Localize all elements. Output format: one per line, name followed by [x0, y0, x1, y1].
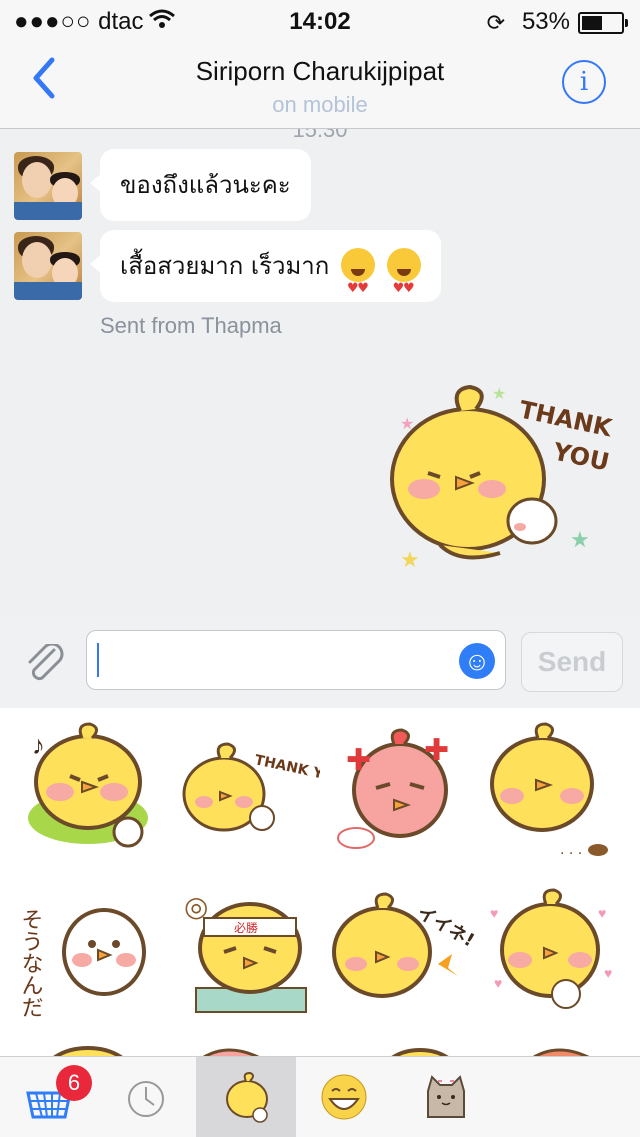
- store-tab[interactable]: 6: [0, 1057, 100, 1137]
- text-caret: [97, 643, 99, 677]
- info-icon[interactable]: i: [562, 60, 606, 104]
- thank-you-sticker[interactable]: THANK YOU ★ ★ ★ ★: [380, 381, 630, 581]
- battery-fill: [582, 16, 602, 30]
- heart-eyes-emoji-icon: [340, 248, 375, 325]
- cat-pack-tab[interactable]: [396, 1057, 496, 1137]
- svg-text:THANK: THANK: [517, 395, 616, 442]
- chick-pack-tab[interactable]: [196, 1057, 296, 1137]
- sticker-chick-poop[interactable]: . . .: [480, 708, 640, 858]
- sticker-tab-bar: 6: [0, 1056, 640, 1137]
- sticker-caption: そうなんだぁ: [18, 908, 43, 1018]
- battery-percent: 53%: [521, 8, 570, 35]
- svg-text:◎: ◎: [184, 891, 208, 922]
- message-text: เสื้อสวยมาก เร็วมาก: [120, 252, 330, 280]
- battery-icon: [578, 12, 628, 34]
- svg-text:♪: ♪: [32, 730, 45, 760]
- store-badge: 6: [56, 1065, 92, 1101]
- sticker-picker-grid[interactable]: ♪ THANK YOU ✚ ✚ . . . そうなんだぁ 必勝 ◎ イイネ! ♥…: [0, 708, 640, 1056]
- timestamp: 15:30: [292, 129, 348, 142]
- svg-text:♥: ♥: [598, 905, 606, 921]
- svg-text:♥: ♥: [494, 975, 502, 991]
- svg-text:★: ★: [400, 547, 420, 572]
- recent-tab[interactable]: [96, 1057, 196, 1137]
- sticker-chick-angry[interactable]: ✚ ✚: [320, 708, 480, 858]
- emoji-pack-tab[interactable]: [296, 1057, 396, 1137]
- svg-text:✚: ✚: [424, 734, 449, 767]
- sent-from-label: Sent from Thapma: [100, 313, 282, 338]
- nav-bar: Siriporn Charukijpipat on mobile i: [0, 40, 640, 129]
- svg-text:✚: ✚: [346, 744, 371, 777]
- avatar[interactable]: [14, 232, 82, 300]
- svg-text:★: ★: [492, 386, 506, 403]
- message-text: ของถึงแล้วนะคะ: [120, 171, 291, 199]
- sticker-chick-hearts[interactable]: ♥ ♥ ♥ ♥: [480, 868, 640, 1018]
- sticker-chick-singing[interactable]: ♪: [0, 708, 160, 858]
- sticker-caption: 必勝: [234, 920, 258, 935]
- svg-text:★: ★: [570, 527, 590, 552]
- sticker-chick-gift-partial[interactable]: [160, 1028, 320, 1056]
- composer-bar: ☺ Send: [0, 616, 640, 708]
- svg-text:★: ★: [400, 416, 414, 433]
- svg-text:. . .: . . .: [560, 841, 582, 858]
- message-input[interactable]: ☺: [86, 630, 506, 690]
- battery-nub: [625, 19, 628, 27]
- sticker-chick-iine[interactable]: イイネ!: [320, 868, 480, 1018]
- message-bubble[interactable]: ของถึงแล้วนะคะ: [90, 149, 311, 221]
- presence-status: on mobile: [272, 92, 368, 117]
- avatar[interactable]: [14, 152, 82, 220]
- status-bar: ●●●○○ dtac 14:02 ⟳ 53%: [0, 0, 640, 40]
- sticker-toggle-smiley-icon[interactable]: ☺: [459, 643, 495, 679]
- contact-name: Siriporn Charukijpipat: [195, 56, 445, 86]
- message-list[interactable]: 15:30 ของถึงแล้วนะคะ เสื้อสวยมาก เร็วมาก…: [0, 129, 640, 616]
- heart-eyes-emoji-icon: [386, 248, 421, 325]
- rotation-lock-icon: ⟳: [486, 10, 505, 35]
- sticker-chick-partial[interactable]: [0, 1028, 160, 1056]
- sticker-chick-pink-partial[interactable]: [480, 1028, 640, 1056]
- svg-text:♥: ♥: [490, 905, 498, 921]
- paperclip-icon[interactable]: [24, 642, 68, 693]
- sticker-chick-partial[interactable]: [320, 1028, 480, 1056]
- svg-text:♥: ♥: [604, 965, 612, 981]
- svg-text:YOU: YOU: [550, 437, 612, 476]
- message-bubble[interactable]: เสื้อสวยมาก เร็วมาก: [90, 230, 441, 325]
- sticker-white-chick-sounan[interactable]: そうなんだぁ: [0, 868, 160, 1040]
- sticker-chick-thank-you[interactable]: THANK YOU: [160, 708, 347, 858]
- send-button[interactable]: Send: [521, 632, 623, 692]
- sticker-chick-studying[interactable]: 必勝 ◎: [160, 868, 320, 1018]
